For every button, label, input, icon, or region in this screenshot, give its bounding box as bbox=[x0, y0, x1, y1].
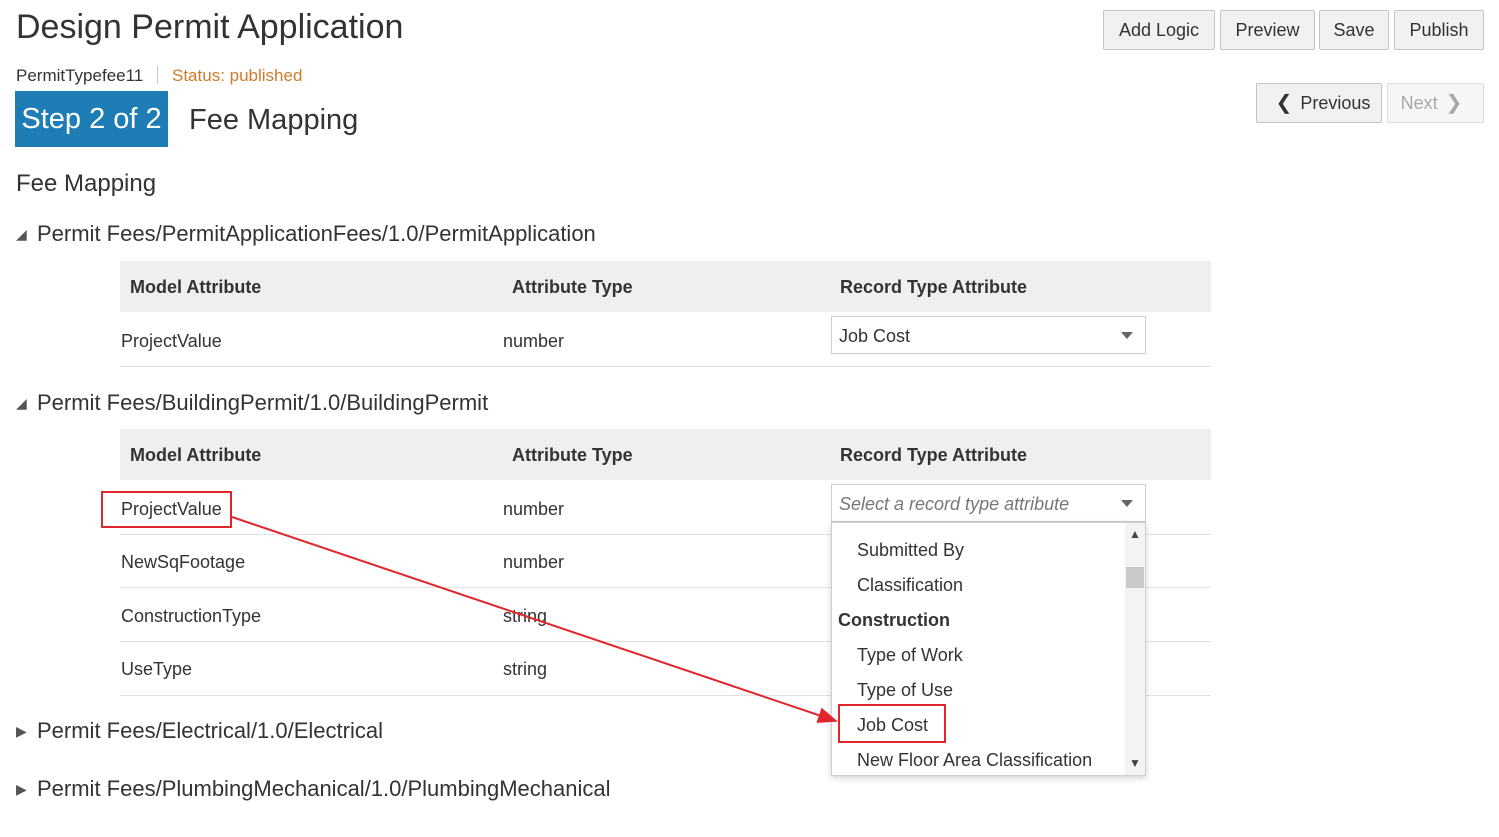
column-header-record-type-attribute: Record Type Attribute bbox=[840, 445, 1028, 465]
triangle-down-icon: ◢ bbox=[16, 225, 27, 242]
dropdown-option-type-of-use[interactable]: Type of Use bbox=[857, 680, 953, 701]
section-title: Fee Mapping bbox=[16, 170, 157, 197]
next-button[interactable]: Next ❯ bbox=[1387, 83, 1484, 123]
dropdown-option-submitted-by[interactable]: Submitted By bbox=[857, 540, 964, 561]
previous-button[interactable]: ❮ Previous bbox=[1256, 83, 1382, 123]
column-header-attribute-type: Attribute Type bbox=[512, 277, 633, 297]
attribute-type-cell: number bbox=[503, 499, 565, 519]
chevron-right-icon: ❯ bbox=[1445, 92, 1463, 114]
group-title: Permit Fees/PermitApplicationFees/1.0/Pe… bbox=[37, 221, 596, 246]
publish-button[interactable]: Publish bbox=[1394, 10, 1484, 50]
permit-type-name: PermitTypefee11 bbox=[16, 66, 144, 85]
model-attribute-cell: ProjectValue bbox=[121, 331, 222, 351]
caret-down-icon bbox=[1121, 500, 1133, 507]
group-header-electrical[interactable]: ▶ Permit Fees/Electrical/1.0/Electrical bbox=[16, 718, 383, 744]
status-text: Status: published bbox=[172, 66, 303, 85]
triangle-right-icon: ▶ bbox=[16, 722, 27, 739]
scroll-down-icon[interactable]: ▼ bbox=[1129, 757, 1141, 769]
dropdown-option-type-of-work[interactable]: Type of Work bbox=[857, 645, 963, 666]
model-attribute-cell: NewSqFootage bbox=[121, 552, 246, 572]
previous-label: Previous bbox=[1300, 92, 1371, 113]
step-title: Fee Mapping bbox=[189, 104, 359, 136]
page-title: Design Permit Application bbox=[16, 8, 404, 46]
chevron-left-icon: ❮ bbox=[1275, 92, 1293, 114]
model-attribute-cell: ProjectValue bbox=[121, 499, 222, 519]
group-title: Permit Fees/Electrical/1.0/Electrical bbox=[37, 718, 383, 743]
select-value: Job Cost bbox=[839, 326, 911, 346]
group-title: Permit Fees/BuildingPermit/1.0/BuildingP… bbox=[37, 390, 489, 415]
column-header-record-type-attribute: Record Type Attribute bbox=[840, 277, 1028, 297]
step-badge: Step 2 of 2 bbox=[15, 91, 168, 147]
triangle-right-icon: ▶ bbox=[16, 780, 27, 797]
dropdown-option-new-floor-area-classification[interactable]: New Floor Area Classification bbox=[857, 750, 1092, 771]
record-type-attribute-select[interactable]: Select a record type attribute bbox=[831, 484, 1146, 522]
column-header-model-attribute: Model Attribute bbox=[130, 277, 262, 297]
dropdown-option-classification[interactable]: Classification bbox=[857, 575, 963, 596]
preview-button[interactable]: Preview bbox=[1220, 10, 1315, 50]
table-header-row: Model Attribute Attribute Type Record Ty… bbox=[120, 429, 1211, 480]
dropdown-scrollbar[interactable]: ▲ ▼ bbox=[1125, 523, 1145, 775]
dropdown-option-job-cost[interactable]: Job Cost bbox=[857, 715, 928, 736]
select-placeholder: Select a record type attribute bbox=[839, 494, 1070, 514]
table-header-row: Model Attribute Attribute Type Record Ty… bbox=[120, 261, 1211, 312]
next-label: Next bbox=[1400, 92, 1438, 113]
scroll-thumb[interactable] bbox=[1126, 567, 1144, 588]
scroll-up-icon[interactable]: ▲ bbox=[1129, 528, 1141, 540]
group-header-building-permit[interactable]: ◢ Permit Fees/BuildingPermit/1.0/Buildin… bbox=[16, 390, 488, 416]
model-attribute-cell: ConstructionType bbox=[121, 606, 262, 626]
group-header-plumbing-mechanical[interactable]: ▶ Permit Fees/PlumbingMechanical/1.0/Plu… bbox=[16, 776, 611, 802]
record-type-attribute-select[interactable]: Job Cost bbox=[831, 316, 1146, 354]
row-divider bbox=[120, 366, 1211, 367]
attribute-type-cell: string bbox=[503, 606, 548, 626]
column-header-attribute-type: Attribute Type bbox=[512, 445, 633, 465]
attribute-type-cell: string bbox=[503, 659, 548, 679]
group-header-permit-application[interactable]: ◢ Permit Fees/PermitApplicationFees/1.0/… bbox=[16, 221, 596, 247]
dropdown-group-label: Construction bbox=[838, 610, 950, 630]
triangle-down-icon: ◢ bbox=[16, 394, 27, 411]
record-type-attribute-dropdown[interactable]: Submitted By Classification Construction… bbox=[831, 522, 1146, 776]
group-title: Permit Fees/PlumbingMechanical/1.0/Plumb… bbox=[37, 776, 611, 801]
caret-down-icon bbox=[1121, 332, 1133, 339]
model-attribute-cell: UseType bbox=[121, 659, 193, 679]
add-logic-button[interactable]: Add Logic bbox=[1103, 10, 1215, 50]
meta-divider bbox=[157, 66, 158, 84]
attribute-type-cell: number bbox=[503, 552, 565, 572]
save-button[interactable]: Save bbox=[1319, 10, 1389, 50]
column-header-model-attribute: Model Attribute bbox=[130, 445, 262, 465]
attribute-type-cell: number bbox=[503, 331, 565, 351]
